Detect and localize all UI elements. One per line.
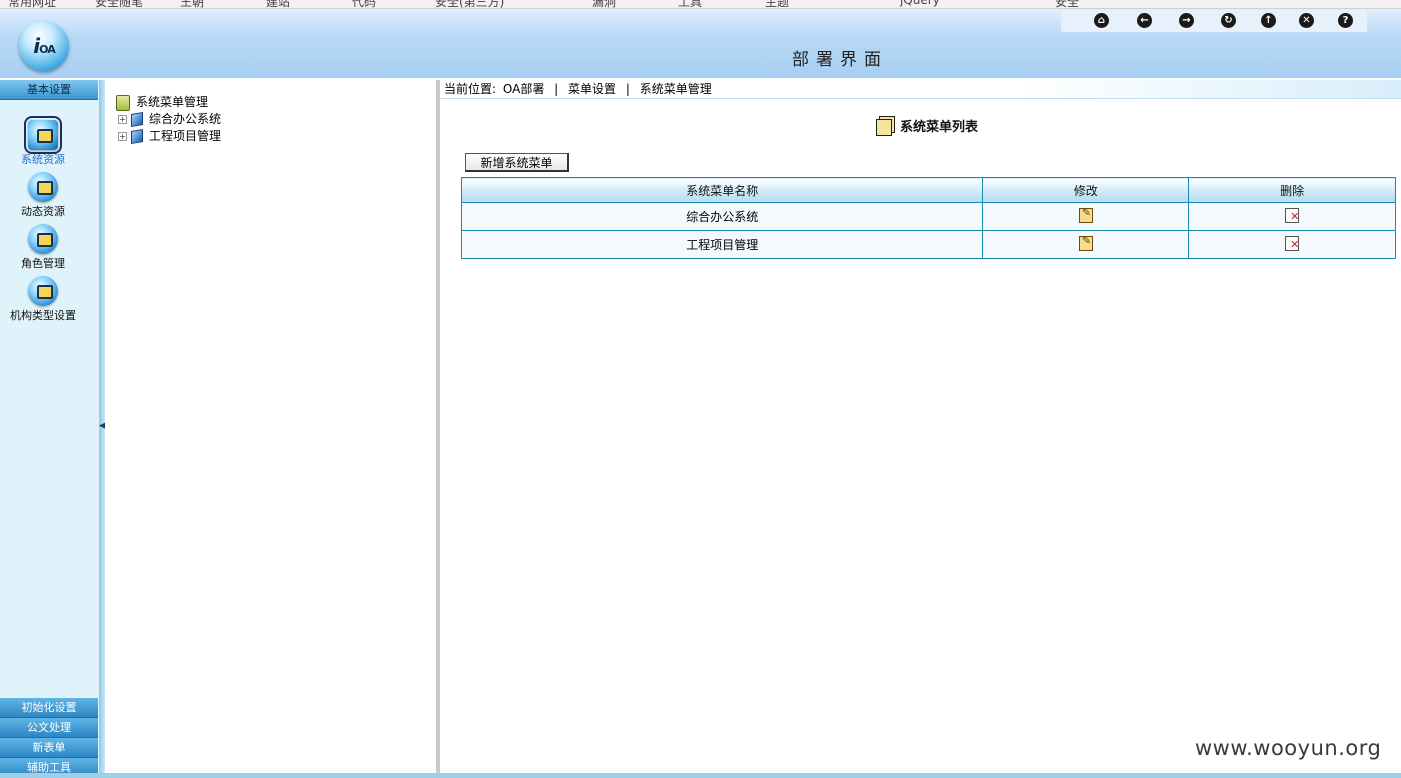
breadcrumb-separator: | (625, 82, 630, 96)
add-system-menu-button[interactable]: 新增系统菜单 (465, 153, 569, 172)
nav-section-basic-settings[interactable]: 基本设置 (0, 80, 98, 100)
expand-icon[interactable]: + (118, 115, 127, 124)
list-title: 系统菜单列表 (876, 116, 978, 136)
bookmark-item[interactable]: 主题 (765, 0, 789, 8)
tree-node[interactable]: + 综合办公系统 (118, 111, 221, 128)
up-icon[interactable]: ↑ (1261, 13, 1276, 28)
ioa-logo: iOA (19, 21, 69, 71)
nav-section-document-processing[interactable]: 公文处理 (0, 718, 98, 738)
edit-cell (982, 202, 1190, 231)
breadcrumb-item[interactable]: 系统菜单管理 (640, 80, 712, 98)
help-icon[interactable]: ? (1338, 13, 1353, 28)
bookmark-item[interactable]: jQuery (900, 0, 940, 7)
edit-icon[interactable] (1078, 234, 1093, 251)
bookmark-item[interactable]: 建站 (266, 0, 290, 8)
system-menu-table: 系统菜单名称 修改 删除 综合办公系统 工程项目管理 (460, 177, 1396, 259)
taskbar-strip (0, 773, 1401, 778)
breadcrumb-separator: | (554, 82, 559, 96)
menu-name-cell: 工程项目管理 (460, 230, 984, 259)
folder-icon (28, 224, 58, 254)
folder-icon (28, 276, 58, 306)
nav-section-init-settings[interactable]: 初始化设置 (0, 698, 98, 718)
edit-icon[interactable] (1078, 206, 1093, 223)
breadcrumb-prefix: 当前位置: (444, 82, 497, 96)
refresh-icon[interactable]: ↻ (1221, 13, 1236, 28)
bookmark-item[interactable]: 常用网址 (8, 0, 56, 8)
edit-cell (982, 230, 1190, 259)
delete-cell (1188, 202, 1396, 231)
list-title-text: 系统菜单列表 (900, 120, 979, 135)
tree-node-label: 综合办公系统 (149, 112, 222, 126)
bookmark-item[interactable]: 安全(第三方) (435, 0, 504, 8)
cube-icon (131, 111, 143, 128)
column-header-delete: 删除 (1188, 177, 1396, 203)
app-header: iOA 部署界面 ⌂ ← → ↻ ↑ ✕ ? (0, 9, 1401, 78)
column-header-name: 系统菜单名称 (460, 177, 984, 203)
folder-icon (28, 172, 58, 202)
header-toolbar: ⌂ ← → ↻ ↑ ✕ ? (1061, 10, 1367, 32)
back-icon[interactable]: ← (1137, 13, 1152, 28)
delete-icon[interactable] (1285, 235, 1299, 251)
bookmark-item[interactable]: 漏洞 (592, 0, 616, 8)
left-nav: 基本设置 系统资源 动态资源 角色管理 机构类型设置 初始化设置 公文处理 新表… (0, 80, 100, 778)
nav-item-label: 机构类型设置 (10, 309, 76, 322)
main-content: 当前位置: OA部署 | 菜单设置 | 系统菜单管理 系统菜单列表 新增系统菜单… (440, 80, 1401, 778)
delete-cell (1188, 230, 1396, 259)
expand-icon[interactable]: + (118, 132, 127, 141)
cube-icon (131, 128, 143, 145)
close-icon[interactable]: ✕ (1299, 13, 1314, 28)
bookmark-item[interactable]: 安全随笔 (95, 0, 143, 8)
tree-root-label: 系统菜单管理 (136, 95, 209, 109)
bookmark-item[interactable]: 代码 (352, 0, 376, 8)
tree-root-icon (116, 94, 130, 111)
folder-icon (24, 116, 62, 154)
browser-bookmarks-bar: 常用网址 安全随笔 王朝 建站 代码 安全(第三方) 漏洞 工具 主题 jQue… (0, 0, 1401, 9)
forward-icon[interactable]: → (1179, 13, 1194, 28)
nav-item-label: 系统资源 (21, 153, 65, 166)
delete-icon[interactable] (1285, 207, 1299, 223)
document-list-icon (876, 119, 892, 136)
breadcrumb-item[interactable]: 菜单设置 (568, 80, 616, 98)
breadcrumb-item[interactable]: OA部署 (503, 80, 544, 98)
bookmark-item[interactable]: 王朝 (180, 0, 204, 8)
tree-node[interactable]: + 工程项目管理 (118, 128, 221, 145)
table-row: 工程项目管理 (460, 230, 1396, 259)
tree-root[interactable]: 系统菜单管理 (116, 94, 208, 111)
bookmark-item[interactable]: 工具 (678, 0, 702, 8)
column-header-edit: 修改 (982, 177, 1190, 203)
page-title: 部署界面 (792, 50, 888, 70)
table-header-row: 系统菜单名称 修改 删除 (460, 177, 1396, 203)
nav-item-label: 动态资源 (21, 205, 65, 218)
tree-node-label: 工程项目管理 (149, 129, 222, 143)
menu-tree: 系统菜单管理 + 综合办公系统 + 工程项目管理 (105, 80, 435, 778)
nav-section-new-form[interactable]: 新表单 (0, 738, 98, 758)
breadcrumb: 当前位置: OA部署 | 菜单设置 | 系统菜单管理 (440, 80, 1401, 99)
watermark: www.wooyun.org (1195, 736, 1382, 760)
home-icon[interactable]: ⌂ (1094, 13, 1109, 28)
bookmark-item[interactable]: 安全 (1055, 0, 1079, 8)
menu-name-cell: 综合办公系统 (460, 202, 984, 231)
table-row: 综合办公系统 (460, 202, 1396, 231)
nav-item-label: 角色管理 (21, 257, 65, 270)
